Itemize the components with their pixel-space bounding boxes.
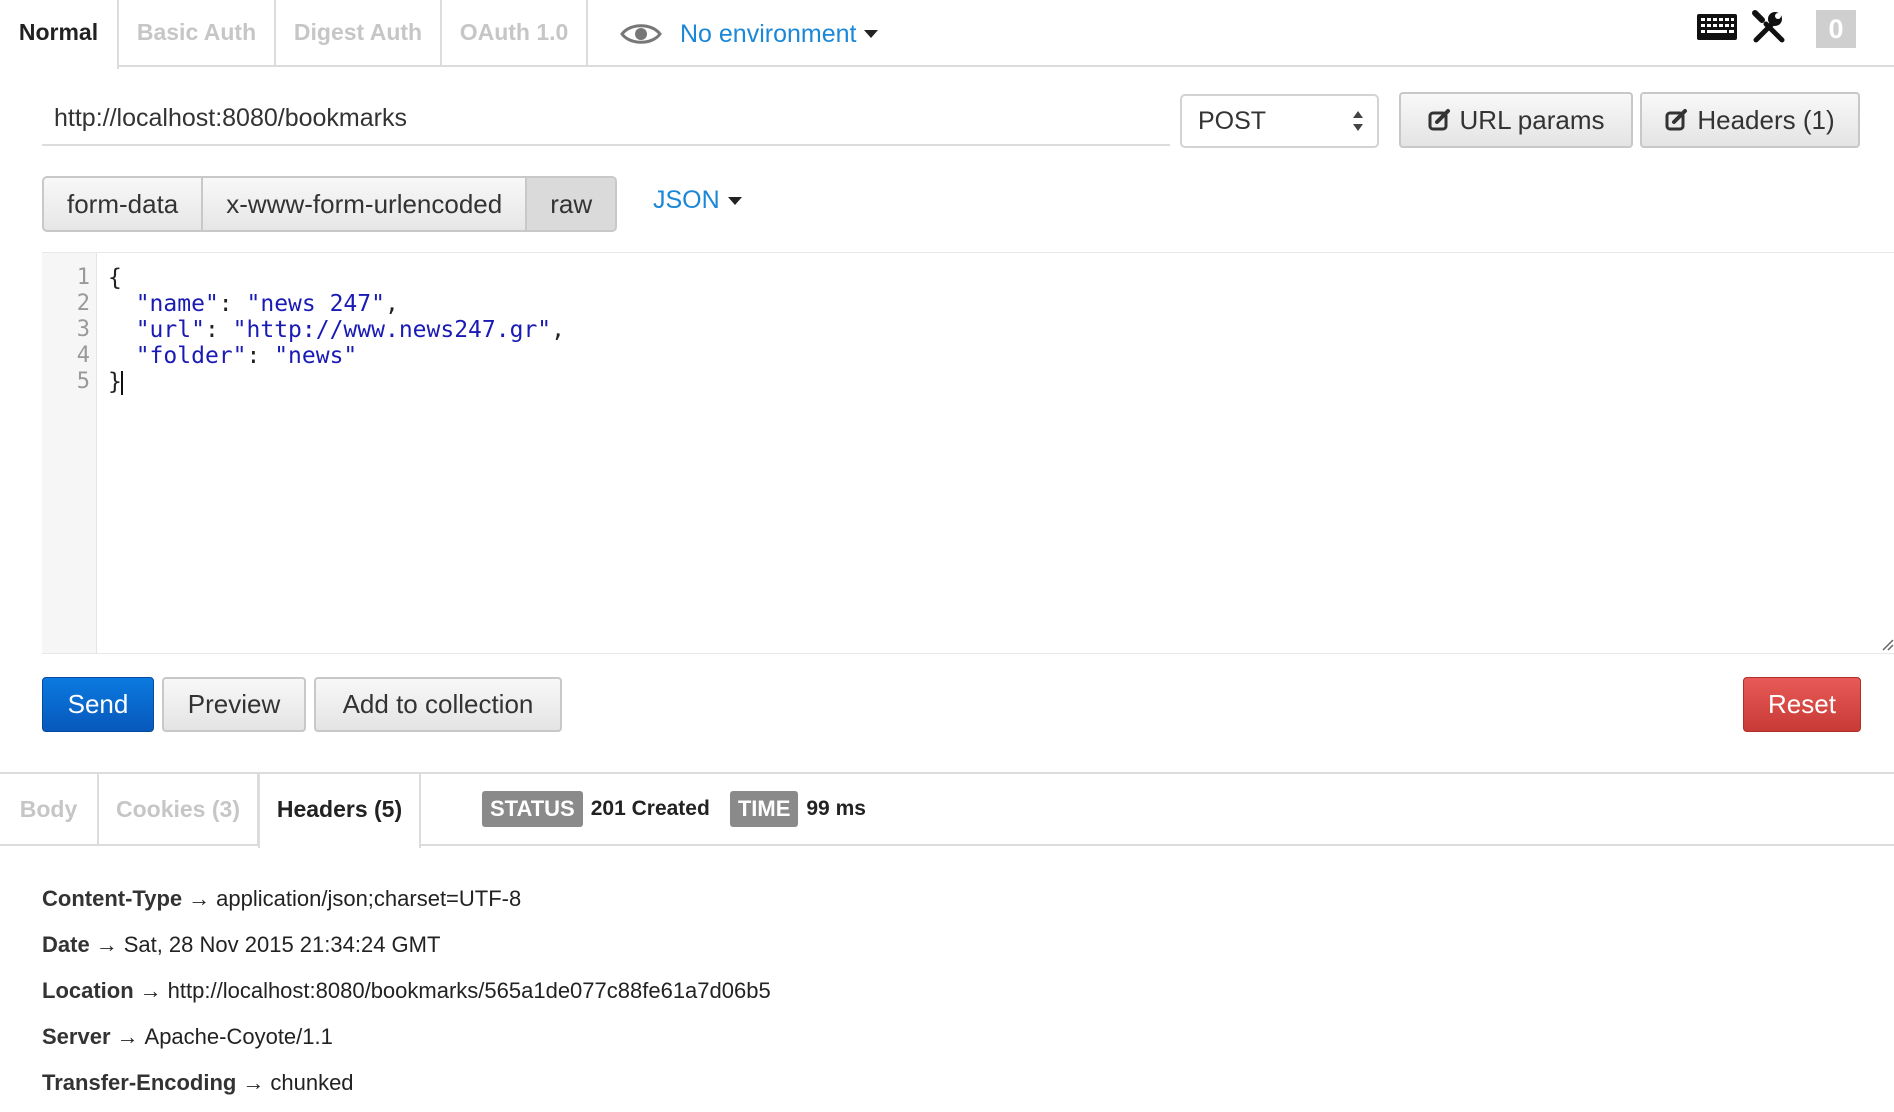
text-cursor: [120, 370, 123, 395]
arrow-icon: →: [242, 1070, 265, 1095]
raw-format-dropdown[interactable]: JSON: [653, 186, 742, 215]
header-value: http://localhost:8080/bookmarks/565a1de0…: [167, 978, 771, 1003]
body-type-form-data[interactable]: form-data: [44, 178, 204, 230]
code-line: {: [108, 265, 565, 291]
arrow-icon: →: [188, 886, 211, 911]
status-badge: STATUS: [482, 791, 583, 827]
header-value: chunked: [270, 1070, 354, 1095]
headers-label: Headers (1): [1697, 104, 1835, 135]
environment-label: No environment: [680, 19, 857, 48]
tab-oauth[interactable]: OAuth 1.0: [442, 0, 588, 67]
response-headers-list: Content-Type → application/json;charset=UT…: [42, 884, 771, 1112]
chevron-down-icon: [727, 196, 742, 205]
code-line: "url": "http://www.news247.gr",: [108, 317, 565, 343]
edit-icon: [1665, 109, 1688, 131]
response-header-row: Content-Type → application/json;charset=UT…: [42, 884, 771, 930]
reset-button[interactable]: Reset: [1743, 677, 1861, 732]
response-status: STATUS 201 Created TIME 99 ms: [482, 791, 886, 827]
json-value: "news": [274, 343, 358, 369]
select-arrows-icon: [1353, 111, 1363, 131]
line-number: 1: [76, 265, 90, 290]
header-value: Sat, 28 Nov 2015 21:34:24 GMT: [123, 932, 441, 957]
eye-icon: [620, 24, 662, 44]
header-key: Server: [42, 1024, 111, 1049]
response-tab-bar: Body Cookies (3) Headers (5): [0, 772, 1894, 848]
status-value: 201 Created: [590, 797, 710, 820]
url-params-label: URL params: [1459, 104, 1605, 135]
header-key: Date: [42, 932, 90, 957]
header-key: Location: [42, 978, 134, 1003]
json-value: "http://www.news247.gr": [232, 317, 552, 343]
code-token: {: [108, 265, 122, 291]
arrow-icon: →: [95, 932, 118, 957]
code-content[interactable]: { "name": "news 247", "url": "http://www…: [108, 265, 565, 395]
tab-response-body[interactable]: Body: [0, 774, 99, 846]
body-type-raw[interactable]: raw: [527, 178, 616, 230]
code-token: }: [108, 369, 122, 395]
tab-digest-auth[interactable]: Digest Auth: [276, 0, 442, 67]
response-header-row: Location → http://localhost:8080/bookmarks…: [42, 976, 771, 1022]
send-button[interactable]: Send: [42, 677, 154, 732]
tab-basic-auth[interactable]: Basic Auth: [119, 0, 276, 67]
body-type-urlencoded[interactable]: x-www-form-urlencoded: [203, 178, 528, 230]
line-number: 4: [76, 343, 90, 368]
keyboard-icon[interactable]: [1696, 12, 1738, 42]
response-header-row: Server → Apache-Coyote/1.1: [42, 1022, 771, 1068]
raw-format-label: JSON: [653, 186, 720, 214]
time-value: 99 ms: [806, 797, 866, 820]
add-to-collection-button[interactable]: Add to collection: [314, 677, 562, 732]
arrow-icon: →: [116, 1024, 139, 1049]
body-editor[interactable]: 1 2 3 4 5 { "name": "news 247", "url": "…: [42, 252, 1894, 654]
header-key: Transfer-Encoding: [42, 1070, 237, 1095]
response-header-row: Transfer-Encoding → chunked: [42, 1068, 771, 1112]
resize-handle-icon[interactable]: [1878, 635, 1894, 651]
response-header-row: Date → Sat, 28 Nov 2015 21:34:24 GMT: [42, 930, 771, 976]
line-number: 5: [76, 369, 90, 394]
url-params-button[interactable]: URL params: [1399, 92, 1633, 148]
json-key: "url": [135, 317, 205, 343]
chevron-down-icon: [864, 30, 879, 38]
header-value: application/json;charset=UTF-8: [216, 886, 522, 911]
code-line: }: [108, 369, 565, 395]
body-type-selector: form-data x-www-form-urlencoded raw: [42, 176, 618, 232]
header-key: Content-Type: [42, 886, 183, 911]
code-line: "folder": "news": [108, 343, 565, 369]
header-value: Apache-Coyote/1.1: [144, 1024, 333, 1049]
json-key: "name": [135, 291, 219, 317]
tab-normal[interactable]: Normal: [0, 0, 119, 69]
method-select[interactable]: POST: [1180, 94, 1379, 148]
time-badge: TIME: [729, 791, 799, 827]
tab-response-cookies[interactable]: Cookies (3): [99, 774, 259, 846]
line-number: 2: [76, 291, 90, 316]
notification-counter[interactable]: 0: [1816, 10, 1856, 48]
line-number: 3: [76, 317, 90, 342]
line-number-gutter: 1 2 3 4 5: [42, 253, 97, 653]
url-input[interactable]: [42, 92, 1170, 146]
code-token: :: [204, 317, 233, 343]
tab-response-headers[interactable]: Headers (5): [258, 774, 421, 848]
code-token: ,: [384, 291, 399, 317]
code-line: "name": "news 247",: [108, 291, 565, 317]
code-token: :: [246, 343, 275, 369]
json-value: "news 247": [246, 291, 385, 317]
tools-icon[interactable]: [1752, 10, 1786, 44]
method-value: POST: [1198, 107, 1267, 135]
code-token: :: [218, 291, 247, 317]
code-token: ,: [551, 317, 566, 343]
auth-tab-bar: Normal Basic Auth Digest Auth OAuth 1.0 …: [0, 0, 1894, 69]
headers-button[interactable]: Headers (1): [1640, 92, 1860, 148]
json-key: "folder": [135, 343, 247, 369]
arrow-icon: →: [139, 978, 162, 1003]
edit-icon: [1428, 109, 1450, 131]
environment-selector[interactable]: No environment: [620, 14, 879, 54]
preview-button[interactable]: Preview: [162, 677, 306, 732]
